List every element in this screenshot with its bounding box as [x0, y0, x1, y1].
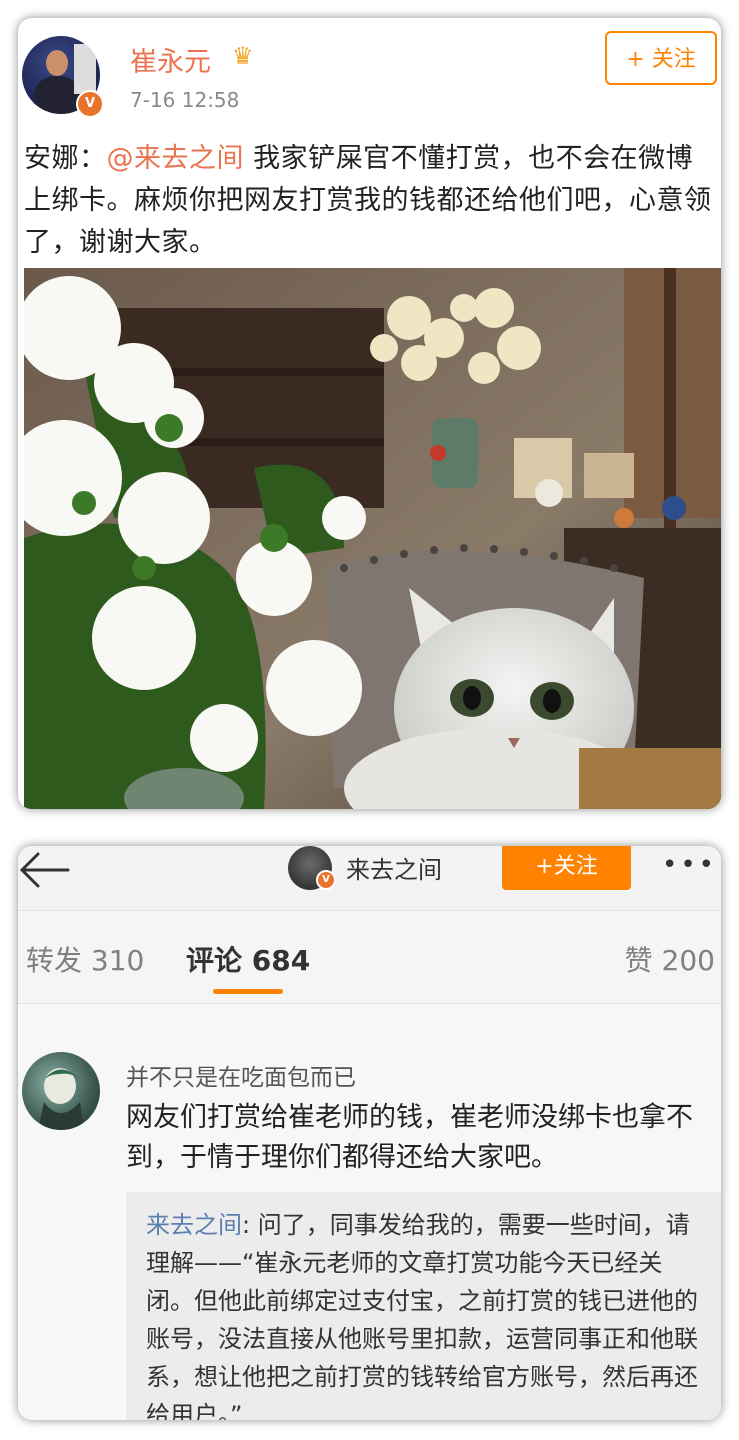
- verified-v-icon: V: [76, 90, 104, 118]
- tab-repost[interactable]: 转发 310: [26, 939, 144, 979]
- author-name[interactable]: 崔永元: [130, 40, 211, 79]
- comment-avatar[interactable]: [22, 1052, 100, 1130]
- reply-author[interactable]: 来去之间: [146, 1211, 242, 1239]
- detail-top-bar: V 来去之间 +关注 •••: [18, 846, 721, 910]
- more-options-icon[interactable]: •••: [662, 850, 717, 880]
- tab-likes[interactable]: 赞 200: [625, 939, 715, 979]
- interaction-tabs: 转发 310 评论 684 赞 200: [18, 910, 721, 1004]
- mention-link[interactable]: @来去之间: [107, 143, 245, 174]
- comment-text: 网友们打赏给崔老师的钱，崔老师没绑卡也拿不到，于情于理你们都得还给大家吧。: [126, 1102, 693, 1173]
- weibo-post-card: V 崔永元 ♛ 7-16 12:58 + 关注 安娜：@来去之间 我家铲屎官不懂…: [18, 18, 721, 809]
- verified-v-icon-small: V: [316, 870, 336, 890]
- active-tab-indicator: [213, 989, 283, 994]
- follow-button-filled[interactable]: +关注: [502, 846, 631, 890]
- reply-body: : 问了，同事发给我的，需要一些时间，请理解——“崔永元老师的文章打赏功能今天已…: [146, 1211, 698, 1420]
- reply-text: 来去之间: 问了，同事发给我的，需要一些时间，请理解——“崔永元老师的文章打赏功…: [146, 1206, 706, 1420]
- detail-nickname[interactable]: 来去之间: [346, 850, 442, 885]
- post-time: 7-16 12:58: [130, 88, 240, 112]
- back-arrow-icon[interactable]: [18, 850, 70, 890]
- post-text-prefix: 安娜：: [24, 143, 107, 174]
- tab-comments[interactable]: 评论 684: [186, 939, 310, 979]
- post-photo[interactable]: [24, 268, 721, 809]
- comment-list: 并不只是在吃面包而已 网友们打赏给崔老师的钱，崔老师没绑卡也拿不到，于情于理你们…: [18, 1004, 721, 1420]
- anime-avatar-image: [38, 1068, 84, 1130]
- cat-and-flowers-image: [24, 268, 721, 809]
- comment-detail-card: V 来去之间 +关注 ••• 转发 310 评论 684 赞 200 并不只是在…: [18, 846, 721, 1420]
- comment-author[interactable]: 并不只是在吃面包而已: [126, 1058, 356, 1092]
- crown-icon: ♛: [232, 42, 254, 70]
- post-text: 安娜：@来去之间 我家铲屎官不懂打赏，也不会在微博上绑卡。麻烦你把网友打赏我的钱…: [24, 138, 714, 264]
- follow-button[interactable]: + 关注: [605, 31, 717, 85]
- reply-block[interactable]: 来去之间: 问了，同事发给我的，需要一些时间，请理解——“崔永元老师的文章打赏功…: [126, 1192, 721, 1420]
- avatar-background-sign: [74, 44, 96, 94]
- avatar-face: [46, 50, 68, 76]
